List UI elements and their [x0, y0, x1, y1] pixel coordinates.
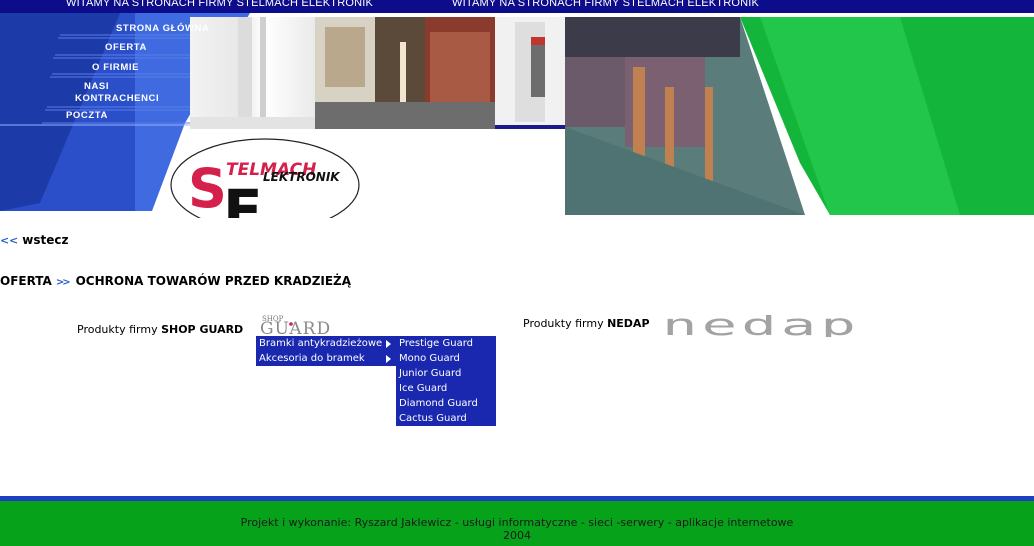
dropdown-item-accessories[interactable]: Akcesoria do bramek [256, 351, 396, 366]
submenu-arrow-icon [386, 355, 391, 363]
shopguard-label-prefix: Produkty firmy [77, 323, 162, 336]
submenu-item-mono[interactable]: Mono Guard [396, 351, 496, 366]
nedap-label-prefix: Produkty firmy [523, 317, 608, 330]
photo-shop-gates [565, 17, 1034, 215]
nav-item-partners-line2[interactable]: KONTRACHENCI [75, 94, 159, 104]
footer-credits-line1: Projekt i wykonanie: Ryszard Jaklewicz -… [240, 516, 794, 529]
nav-item-home[interactable]: STRONA GŁÓWNA [116, 24, 209, 34]
welcome-marquee: WITAMY NA STRONACH FIRMY STELMACH ELEKTR… [0, 0, 1034, 13]
submenu-item-diamond[interactable]: Diamond Guard [396, 396, 496, 411]
nedap-logo[interactable]: nedap [662, 308, 862, 342]
back-link[interactable]: < < wstecz [0, 233, 68, 247]
dropdown-item-accessories-label: Akcesoria do bramek [259, 353, 365, 364]
submenu-item-prestige[interactable]: Prestige Guard [396, 336, 496, 351]
breadcrumb: OFERTA >> OCHRONA TOWARÓW PRZED KRADZIEŻĄ [0, 274, 351, 288]
svg-text:LEKTRONIK: LEKTRONIK [263, 170, 341, 184]
breadcrumb-root[interactable]: OFERTA [0, 274, 52, 288]
footer-credits: Projekt i wykonanie: Ryszard Jaklewicz -… [0, 516, 1034, 542]
nav-item-mail[interactable]: POCZTA [66, 111, 108, 121]
back-arrows-icon: < < [0, 234, 18, 247]
header-banner: STRONA GŁÓWNA OFERTA O FIRMIE NASI KONTR… [0, 13, 1034, 218]
dropdown-item-gates-label: Bramki antykradzieżowe [259, 338, 383, 349]
nav-item-offer[interactable]: OFERTA [105, 43, 147, 53]
photo-gate-antenna [495, 17, 565, 129]
submenu-item-cactus[interactable]: Cactus Guard [396, 411, 496, 426]
breadcrumb-current: OCHRONA TOWARÓW PRZED KRADZIEŻĄ [75, 274, 352, 288]
stelmach-logo: S E TELMACH LEKTRONIK [168, 135, 368, 218]
svg-text:S: S [188, 157, 227, 218]
back-link-label: wstecz [22, 233, 69, 247]
photo-store-interior [315, 17, 495, 129]
product-dropdown: Bramki antykradzieżowe Akcesoria do bram… [256, 336, 396, 366]
shopguard-label: Produkty firmy SHOP GUARD [77, 323, 243, 336]
shopguard-logo[interactable]: SHOP GUARD [260, 313, 384, 339]
submenu-arrow-icon [386, 340, 391, 348]
svg-text:nedap: nedap [662, 315, 860, 337]
nedap-label-name: NEDAP [607, 317, 650, 330]
shopguard-label-name: SHOP GUARD [161, 323, 244, 336]
nav-item-partners-line1[interactable]: NASI [84, 82, 109, 92]
submenu-item-ice[interactable]: Ice Guard [396, 381, 496, 396]
breadcrumb-separator-icon: >> [55, 277, 71, 288]
footer-credits-line2: 2004 [503, 529, 531, 542]
marquee-text-b: WITAMY NA STRONACH FIRMY STELMACH ELEKTR… [452, 0, 760, 9]
gate-submenu: Prestige Guard Mono Guard Junior Guard I… [396, 336, 496, 426]
marquee-text-a: WITAMY NA STRONACH FIRMY STELMACH ELEKTR… [66, 0, 374, 9]
nedap-label: Produkty firmy NEDAP [523, 317, 650, 330]
svg-text:GUARD: GUARD [260, 319, 331, 335]
svg-text:E: E [223, 177, 263, 218]
dropdown-item-gates[interactable]: Bramki antykradzieżowe [256, 336, 396, 351]
nav-item-about[interactable]: O FIRMIE [92, 63, 139, 73]
main-nav: STRONA GŁÓWNA OFERTA O FIRMIE NASI KONTR… [0, 13, 250, 133]
submenu-item-junior[interactable]: Junior Guard [396, 366, 496, 381]
